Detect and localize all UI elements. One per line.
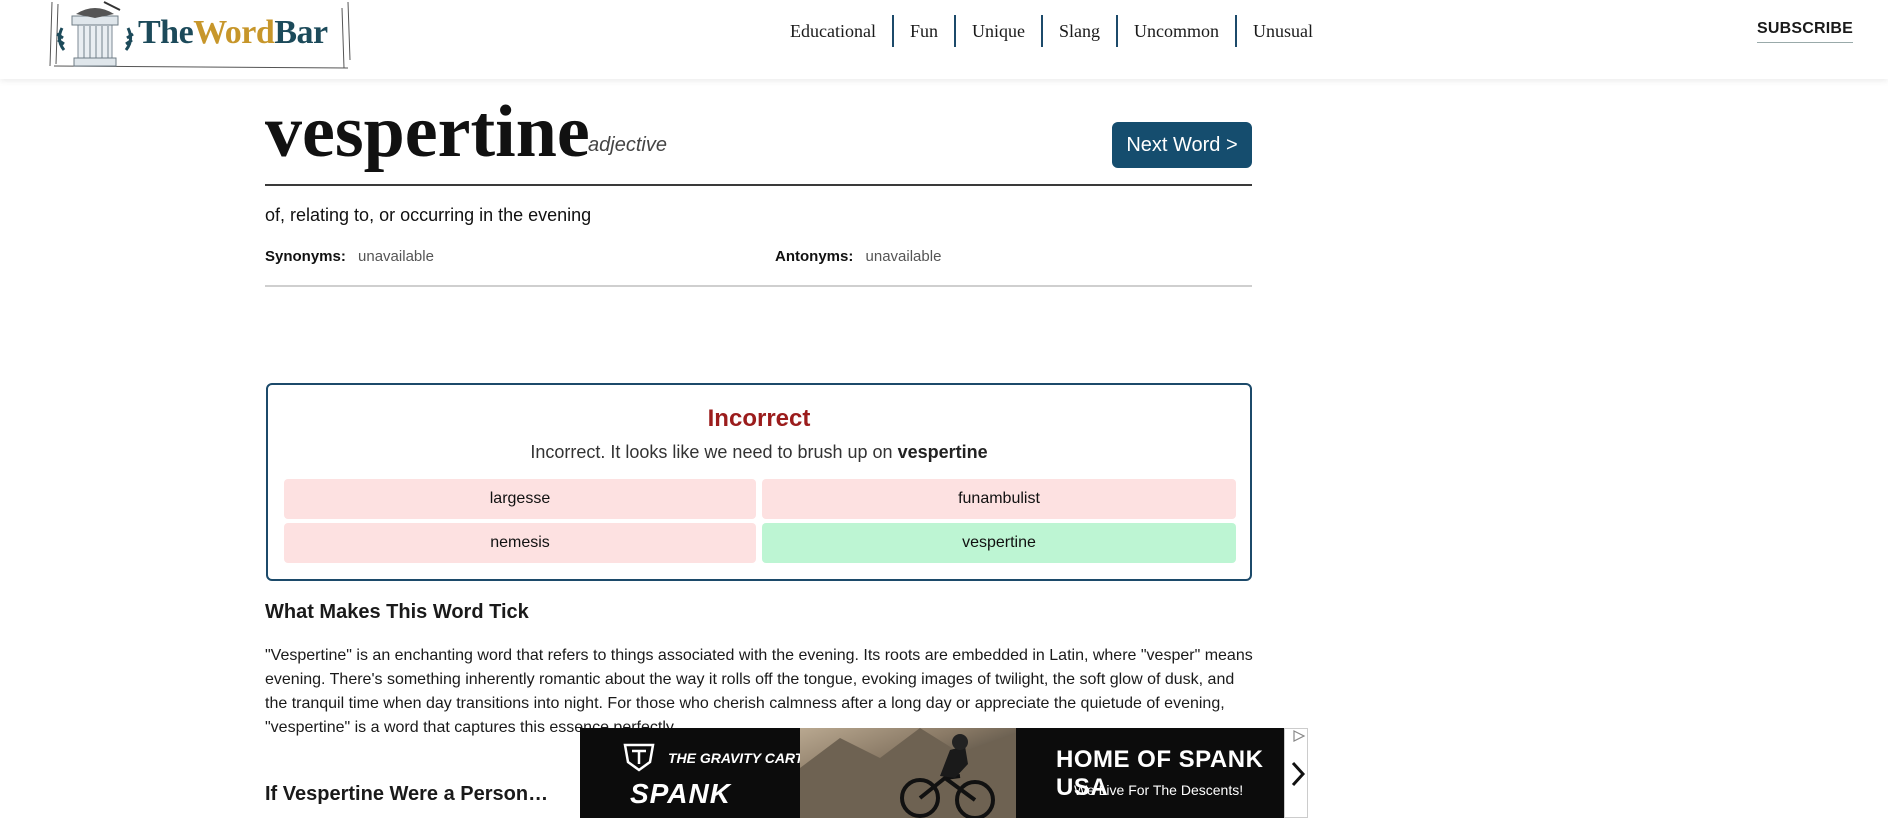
- nav-educational[interactable]: Educational: [774, 15, 894, 47]
- quiz-message-word: vespertine: [897, 442, 988, 462]
- main-nav: Educational Fun Unique Slang Uncommon Un…: [774, 14, 1329, 48]
- gravity-cartel-logo-icon: [623, 743, 655, 772]
- next-word-button[interactable]: Next Word >: [1112, 122, 1252, 168]
- quiz-option[interactable]: largesse: [284, 479, 756, 519]
- quiz-option[interactable]: nemesis: [284, 523, 756, 563]
- nav-slang[interactable]: Slang: [1043, 15, 1118, 47]
- quiz-message-text: Incorrect. It looks like we need to brus…: [530, 442, 893, 462]
- section-heading: What Makes This Word Tick: [265, 601, 529, 623]
- word-definition: of, relating to, or occurring in the eve…: [265, 205, 592, 225]
- quiz-result-message: Incorrect. It looks like we need to brus…: [268, 442, 1250, 463]
- synonyms: Synonyms: unavailable: [265, 248, 434, 265]
- antonyms-label: Antonyms:: [775, 248, 854, 265]
- ad-rider-image: [800, 728, 1016, 818]
- antonyms-value: unavailable: [865, 248, 942, 265]
- site-header: TheWordBar Educational Fun Unique Slang …: [0, 0, 1888, 79]
- divider: [265, 184, 1252, 186]
- ad-brand-line: THE GRAVITY CARTEL: [668, 750, 822, 766]
- quiz-box: Incorrect Incorrect. It looks like we ne…: [266, 383, 1252, 581]
- nav-unusual[interactable]: Unusual: [1237, 15, 1329, 47]
- nav-unique[interactable]: Unique: [956, 15, 1043, 47]
- brand-wordmark: TheWordBar: [138, 14, 328, 52]
- brand-the: The: [138, 14, 194, 51]
- nav-uncommon[interactable]: Uncommon: [1118, 15, 1237, 47]
- part-of-speech: adjective: [588, 134, 667, 156]
- ad-choices-icon[interactable]: [1290, 728, 1308, 744]
- section-heading: If Vespertine Were a Person…: [265, 783, 549, 805]
- ad-tagline: We Live For The Descents!: [1074, 782, 1244, 798]
- nav-fun[interactable]: Fun: [894, 15, 956, 47]
- synonyms-value: unavailable: [358, 248, 434, 265]
- antonyms: Antonyms: unavailable: [775, 248, 941, 265]
- article-paragraph: "Vespertine" is an enchanting word that …: [265, 647, 1253, 736]
- quiz-option-correct[interactable]: vespertine: [762, 523, 1236, 563]
- quiz-option[interactable]: funambulist: [762, 479, 1236, 519]
- brand-bar: Bar: [274, 14, 328, 51]
- ad-brand: SPANK: [630, 778, 731, 809]
- brand-word: Word: [193, 14, 275, 51]
- synonyms-label: Synonyms:: [265, 248, 346, 265]
- subscribe-link[interactable]: SUBSCRIBE: [1757, 20, 1854, 43]
- divider: [265, 285, 1252, 287]
- word-title: vespertine: [265, 91, 590, 173]
- site-logo[interactable]: TheWordBar: [48, 0, 360, 70]
- quiz-result-title: Incorrect: [707, 405, 811, 432]
- ad-banner[interactable]: THE GRAVITY CARTEL SPANK HOME OF SPANK U…: [580, 728, 1284, 818]
